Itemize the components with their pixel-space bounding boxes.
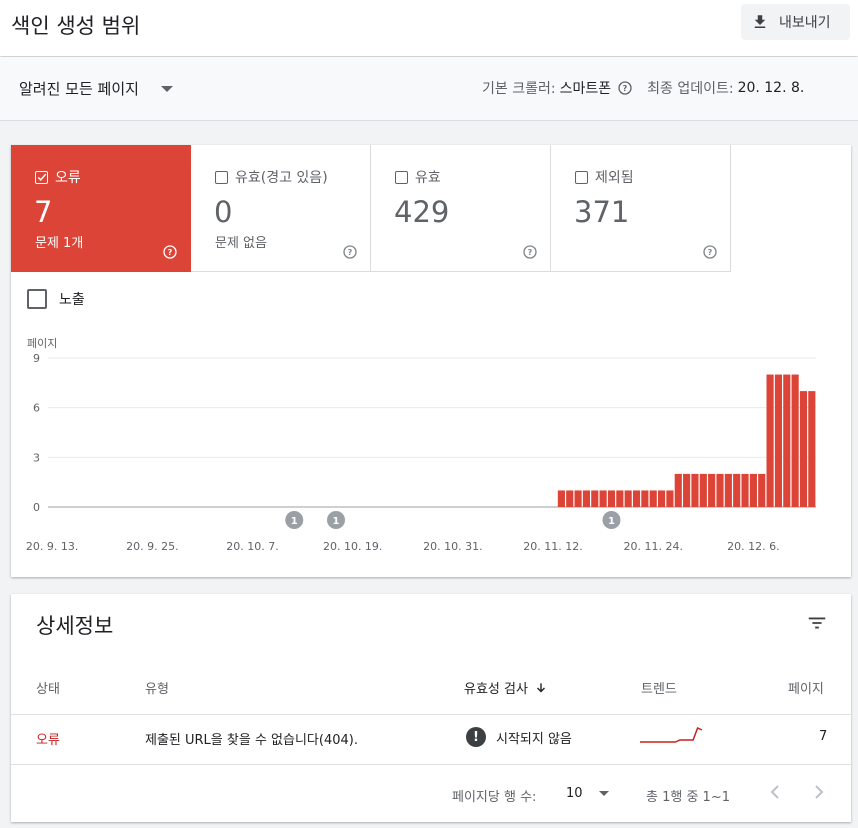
rows-per-page-select[interactable]: 10 bbox=[566, 786, 609, 801]
column-header-pages[interactable]: 페이지 bbox=[788, 678, 824, 697]
help-icon[interactable]: ? bbox=[617, 80, 633, 96]
bar bbox=[683, 473, 691, 507]
bar bbox=[699, 473, 707, 507]
updated-value: 20. 12. 8. bbox=[737, 80, 805, 96]
bar bbox=[774, 374, 783, 507]
bar bbox=[766, 374, 774, 507]
bar bbox=[582, 490, 591, 507]
bar bbox=[599, 490, 607, 507]
bar bbox=[749, 473, 757, 507]
annotation-label: 1 bbox=[608, 516, 615, 527]
dropdown-arrow-icon bbox=[160, 85, 173, 92]
crawler-info: 기본 크롤러: 스마트폰 ? 최종 업데이트: 20. 12. 8. bbox=[482, 78, 804, 98]
dropdown-arrow-icon bbox=[598, 791, 609, 796]
rows-per-page-label: 페이지당 행 수: bbox=[452, 790, 537, 805]
page-header: 색인 생성 범위 내보내기 bbox=[0, 0, 858, 56]
page-title: 색인 생성 범위 bbox=[11, 14, 141, 38]
y-tick-label: 9 bbox=[33, 352, 40, 365]
bar bbox=[708, 473, 716, 507]
coverage-chart-card: 오류 7 문제 1개 ? 유효(경고 있음) 0 문제 없음 ? 유효 429 … bbox=[11, 145, 851, 577]
export-button[interactable]: 내보내기 bbox=[741, 4, 850, 40]
row-status[interactable]: 오류 bbox=[36, 729, 60, 748]
annotation-label: 1 bbox=[333, 516, 340, 527]
bar bbox=[657, 490, 666, 507]
bar bbox=[741, 473, 749, 507]
row-divider bbox=[11, 764, 851, 765]
bar bbox=[607, 490, 616, 507]
x-tick-label: 20. 10. 31. bbox=[423, 540, 482, 553]
trend-sparkline bbox=[640, 726, 703, 743]
bar bbox=[808, 391, 816, 507]
page-type-label: 알려진 모든 페이지 bbox=[19, 80, 139, 98]
download-icon bbox=[754, 15, 766, 28]
details-title: 상세정보 bbox=[36, 614, 114, 638]
sparkline-path bbox=[640, 726, 703, 743]
bar bbox=[616, 490, 624, 507]
bar bbox=[666, 490, 674, 507]
bar bbox=[641, 490, 649, 507]
column-header-validation-label: 유효성 검사 bbox=[464, 682, 528, 697]
coverage-bar-chart: 0 3 6 9 20. 9. 13. 20. 9. 25. 20. 10. 7. 20. 10… bbox=[26, 352, 816, 553]
bar bbox=[574, 490, 582, 507]
export-button-label: 내보내기 bbox=[779, 15, 831, 31]
bar bbox=[716, 473, 724, 507]
x-tick-label: 20. 9. 25. bbox=[126, 540, 178, 553]
bar bbox=[783, 374, 791, 507]
page-range: 총 1행 중 1~1 bbox=[646, 790, 730, 805]
x-tick-label: 20. 12. 6. bbox=[727, 540, 779, 553]
column-header-validation[interactable]: 유효성 검사 bbox=[464, 678, 548, 697]
row-pages[interactable]: 7 bbox=[819, 729, 827, 744]
row-type[interactable]: 제출된 URL을 찾을 수 없습니다(404). bbox=[145, 729, 358, 748]
column-header-type[interactable]: 유형 bbox=[145, 678, 169, 697]
bar bbox=[632, 490, 641, 507]
x-tick-label: 20. 10. 7. bbox=[226, 540, 278, 553]
bar bbox=[557, 490, 565, 507]
bar bbox=[674, 473, 682, 507]
details-card: 상세정보 상태 유형 유효성 검사 트렌드 페이지 오류 제출된 URL을 찾을… bbox=[11, 594, 851, 822]
column-header-trend[interactable]: 트렌드 bbox=[641, 678, 677, 697]
bar bbox=[624, 490, 632, 507]
chevron-left-icon[interactable] bbox=[763, 780, 787, 804]
column-header-status[interactable]: 상태 bbox=[36, 678, 60, 697]
rows-per-page-value: 10 bbox=[566, 786, 583, 801]
bar bbox=[566, 490, 574, 507]
row-validation-label: 시작되지 않음 bbox=[496, 731, 572, 747]
row-divider bbox=[11, 714, 851, 715]
filter-icon[interactable] bbox=[806, 612, 828, 634]
crawler-value: 스마트폰 bbox=[559, 81, 612, 97]
y-tick-label: 0 bbox=[33, 501, 40, 514]
bar bbox=[758, 473, 766, 507]
updated-label: 최종 업데이트: bbox=[647, 81, 734, 97]
y-tick-label: 6 bbox=[33, 402, 40, 415]
filter-bar: 알려진 모든 페이지 기본 크롤러: 스마트폰 ? 최종 업데이트: 20. 1… bbox=[0, 57, 858, 121]
bar bbox=[791, 374, 799, 507]
bar bbox=[691, 473, 699, 507]
bar bbox=[724, 473, 732, 507]
bar bbox=[591, 490, 599, 507]
x-tick-label: 20. 10. 19. bbox=[323, 540, 382, 553]
svg-text:?: ? bbox=[623, 84, 628, 93]
annotation-label: 1 bbox=[291, 516, 298, 527]
bar bbox=[733, 473, 741, 507]
exclamation-icon: ! bbox=[466, 727, 486, 747]
row-validation[interactable]: ! 시작되지 않음 bbox=[466, 727, 572, 747]
y-tick-label: 3 bbox=[33, 451, 40, 464]
arrow-down-icon bbox=[536, 682, 545, 692]
page-type-dropdown[interactable]: 알려진 모든 페이지 bbox=[19, 78, 173, 99]
x-tick-label: 20. 11. 24. bbox=[623, 540, 682, 553]
x-tick-label: 20. 9. 13. bbox=[26, 540, 78, 553]
bar bbox=[799, 391, 808, 507]
crawler-label: 기본 크롤러: bbox=[482, 81, 556, 97]
bar bbox=[649, 490, 657, 507]
x-tick-label: 20. 11. 12. bbox=[523, 540, 582, 553]
chevron-right-icon[interactable] bbox=[807, 780, 831, 804]
